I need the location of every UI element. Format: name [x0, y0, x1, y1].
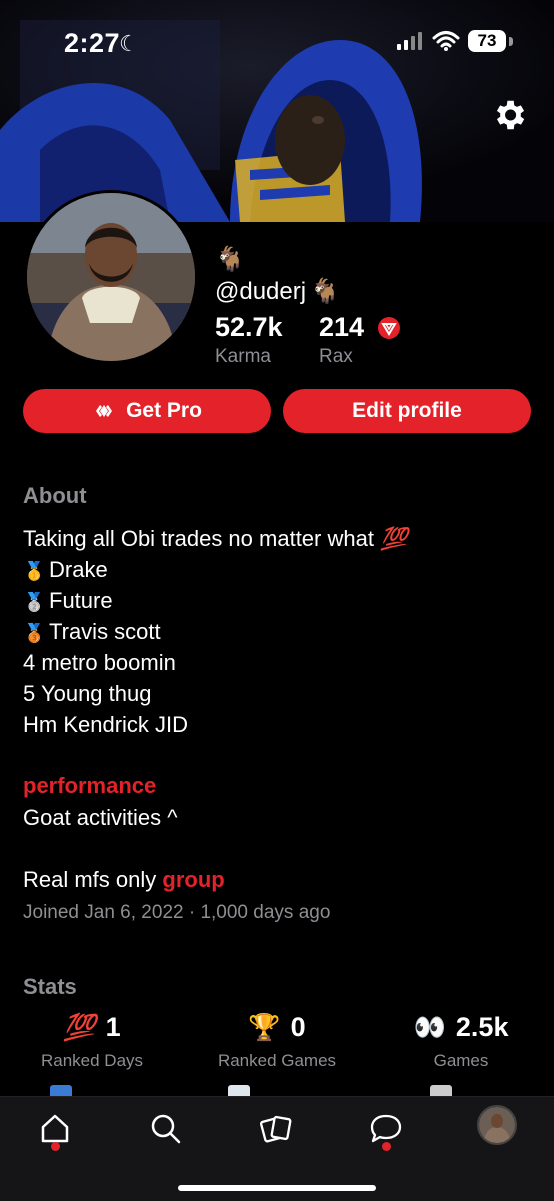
pro-logo-icon: [96, 405, 113, 417]
stats-title: Stats: [23, 974, 77, 999]
home-notification-dot: [51, 1142, 60, 1151]
stat-ranked-games: 🏆 0 Ranked Games: [187, 1012, 367, 1071]
messages-notification-dot: [382, 1142, 391, 1151]
eyes-icon: 👀: [413, 1012, 446, 1042]
get-pro-label: Get Pro: [126, 399, 202, 422]
profile-avatar[interactable]: [24, 190, 198, 364]
username-text: @duderj: [215, 278, 307, 305]
username-emoji: 🐐: [310, 278, 340, 305]
stat-label: Ranked Days: [40, 1051, 144, 1070]
goat-activities-text: Goat activities ^: [23, 805, 178, 830]
silver-medal-icon: 🥈: [23, 592, 46, 612]
joined-date: Joined Jan 6, 2022 · 1,000 days ago: [23, 902, 331, 923]
trophy-icon: 🏆: [248, 1012, 281, 1042]
group-link[interactable]: group: [162, 867, 224, 892]
cell-signal-icon: [397, 32, 422, 50]
edit-profile-label: Edit profile: [352, 399, 462, 422]
stat-label: Ranked Games: [217, 1051, 337, 1070]
about-line-text: Future: [49, 588, 113, 613]
hundred-icon: 💯: [63, 1012, 96, 1042]
bronze-medal-icon: 🥉: [23, 623, 46, 643]
about-line-text: Travis scott: [49, 619, 161, 644]
battery-indicator: 73: [468, 30, 506, 52]
about-line-5: 4 metro boomin: [23, 650, 176, 675]
home-indicator: [178, 1185, 376, 1191]
about-line-text: Taking all Obi trades no matter what: [23, 526, 374, 551]
stat-value: 2.5k: [455, 1012, 509, 1042]
rax-icon: [378, 317, 400, 339]
profile-emoji-badge: 🐐: [215, 246, 245, 273]
stat-label: Games: [433, 1051, 489, 1070]
about-line-3: 🥈 Future: [23, 588, 113, 614]
get-pro-button[interactable]: Get Pro: [23, 389, 271, 433]
wifi-icon: [432, 31, 460, 51]
about-line-text: Drake: [49, 557, 108, 582]
about-line-1: Taking all Obi trades no matter what 💯: [23, 526, 407, 552]
hundred-emoji: 💯: [380, 526, 408, 551]
about-line-6: 5 Young thug: [23, 681, 152, 706]
battery-cap: [509, 37, 513, 46]
stat-value: 0: [290, 1012, 306, 1042]
karma-label: Karma: [215, 346, 271, 367]
performance-link[interactable]: performance: [23, 773, 156, 799]
karma-value: 52.7k: [215, 312, 283, 342]
stat-ranked-days: 💯 1 Ranked Days: [2, 1012, 182, 1071]
group-line: Real mfs only group: [23, 867, 225, 893]
status-time: 2:27: [64, 28, 121, 58]
edit-profile-button[interactable]: Edit profile: [283, 389, 531, 433]
moon-icon: ☾: [119, 31, 139, 56]
status-bar: 2:27 ☾ 73: [0, 0, 554, 80]
stat-value: 1: [105, 1012, 121, 1042]
rax-label: Rax: [319, 346, 353, 367]
about-title: About: [23, 483, 87, 508]
battery-level: 73: [477, 31, 497, 50]
stat-games: 👀 2.5k Games: [371, 1012, 551, 1071]
about-line-4: 🥉 Travis scott: [23, 619, 161, 645]
gold-medal-icon: 🥇: [23, 561, 46, 581]
search-icon[interactable]: [144, 1107, 188, 1151]
avatar-image: [27, 193, 195, 361]
about-line-2: 🥇 Drake: [23, 557, 108, 583]
cards-icon[interactable]: [254, 1107, 298, 1151]
profile-tab-avatar[interactable]: [477, 1105, 517, 1145]
rax-value: 214: [319, 312, 365, 342]
username: @duderj 🐐: [215, 277, 340, 306]
settings-gear-icon[interactable]: [490, 96, 528, 134]
about-line-7: Hm Kendrick JID: [23, 712, 189, 737]
group-prefix: Real mfs only: [23, 867, 163, 892]
profile-tab-avatar-image: [479, 1107, 515, 1143]
